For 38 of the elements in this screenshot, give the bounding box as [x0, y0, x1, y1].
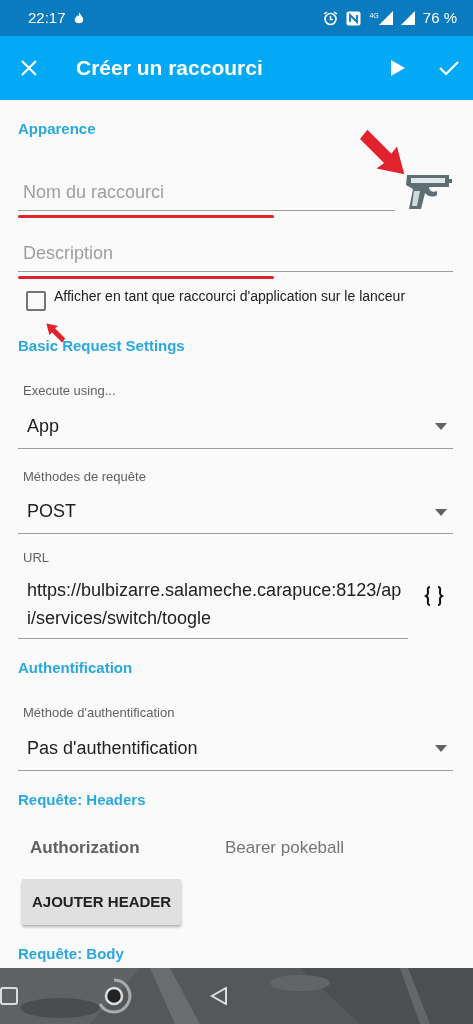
dropdown[interactable]: POST	[18, 494, 453, 534]
section-heading: Apparence	[18, 119, 97, 139]
signal-icon	[378, 11, 393, 25]
field-label: Méthode d'authentification	[22, 704, 176, 722]
add-header-button[interactable]: AJOUTER HEADER	[22, 878, 182, 925]
battery-level: 76 %	[422, 7, 457, 28]
play-icon[interactable]	[391, 60, 405, 76]
screen-title: Créer un raccourci	[76, 55, 264, 82]
caret-icon	[435, 423, 447, 431]
text-field[interactable]: Nom du raccourci	[18, 174, 395, 211]
dropdown[interactable]: Pas d'authentification	[18, 730, 453, 771]
checkbox-label: Afficher en tant que raccourci d'application sur le lanceur	[54, 286, 406, 306]
signal-icon	[400, 11, 415, 25]
braces-icon[interactable]	[424, 586, 444, 607]
section-heading: Requête: Headers	[18, 789, 147, 810]
dropdown[interactable]: App	[18, 408, 453, 449]
field-label: Execute using...	[22, 382, 117, 400]
checkmark-icon[interactable]	[439, 60, 459, 76]
caret-icon	[435, 745, 447, 753]
section-heading: Authentification	[18, 657, 134, 678]
clock-time: 22:17	[28, 7, 66, 28]
close-icon[interactable]	[20, 59, 38, 77]
recents-icon[interactable]	[0, 987, 18, 1005]
text-field[interactable]: Description	[18, 235, 453, 272]
nfc-icon	[346, 10, 362, 26]
checkbox[interactable]	[26, 290, 46, 311]
section-heading: Basic Request Settings	[18, 335, 186, 356]
header-value: Bearer pokeball	[225, 837, 345, 859]
flame-icon	[73, 11, 84, 25]
caret-icon	[435, 508, 447, 516]
url-field[interactable]: https://bulbizarre.salameche.carapuce:8123/api/services/switch/toogle	[18, 571, 408, 639]
back-icon[interactable]	[210, 987, 228, 1005]
section-heading: Requête: Body	[18, 944, 125, 964]
alarm-icon	[323, 10, 339, 26]
field-label: URL	[22, 549, 50, 567]
field-label: Méthodes de requête	[22, 467, 147, 486]
header-name: Authorization	[29, 837, 141, 859]
home-icon[interactable]	[96, 978, 132, 1014]
